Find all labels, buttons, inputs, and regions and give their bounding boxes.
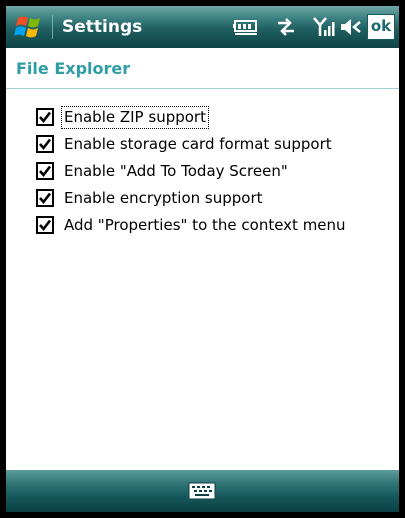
option-label: Enable encryption support — [64, 189, 263, 207]
check-icon — [39, 192, 52, 205]
page-title: File Explorer — [16, 59, 131, 78]
checkbox[interactable] — [36, 135, 54, 153]
check-icon — [39, 138, 52, 151]
keyboard-icon[interactable] — [188, 481, 216, 501]
option-label: Enable ZIP support — [61, 106, 209, 129]
ok-button[interactable]: ok — [367, 14, 395, 40]
option-label: Enable "Add To Today Screen" — [64, 162, 288, 180]
heading-divider — [6, 88, 399, 89]
check-icon — [39, 219, 52, 232]
connectivity-icon[interactable] — [274, 16, 298, 42]
check-icon — [39, 111, 52, 124]
signal-icon[interactable] — [312, 16, 336, 42]
checkbox[interactable] — [36, 162, 54, 180]
app-title: Settings — [62, 17, 143, 37]
title-separator — [52, 15, 53, 39]
device-screen: Settings ok File Explorer Enable ZIP sup… — [6, 6, 399, 512]
option-label: Add "Properties" to the context menu — [64, 216, 346, 234]
option-label: Enable storage card format support — [64, 135, 332, 153]
checkbox[interactable] — [36, 216, 54, 234]
checkbox[interactable] — [36, 108, 54, 126]
checkbox[interactable] — [36, 189, 54, 207]
bottom-bar — [6, 470, 399, 512]
volume-icon[interactable] — [340, 16, 364, 42]
windows-start-icon[interactable] — [14, 12, 44, 42]
title-bar: Settings ok — [6, 6, 399, 48]
check-icon — [39, 165, 52, 178]
battery-icon[interactable] — [232, 16, 260, 42]
